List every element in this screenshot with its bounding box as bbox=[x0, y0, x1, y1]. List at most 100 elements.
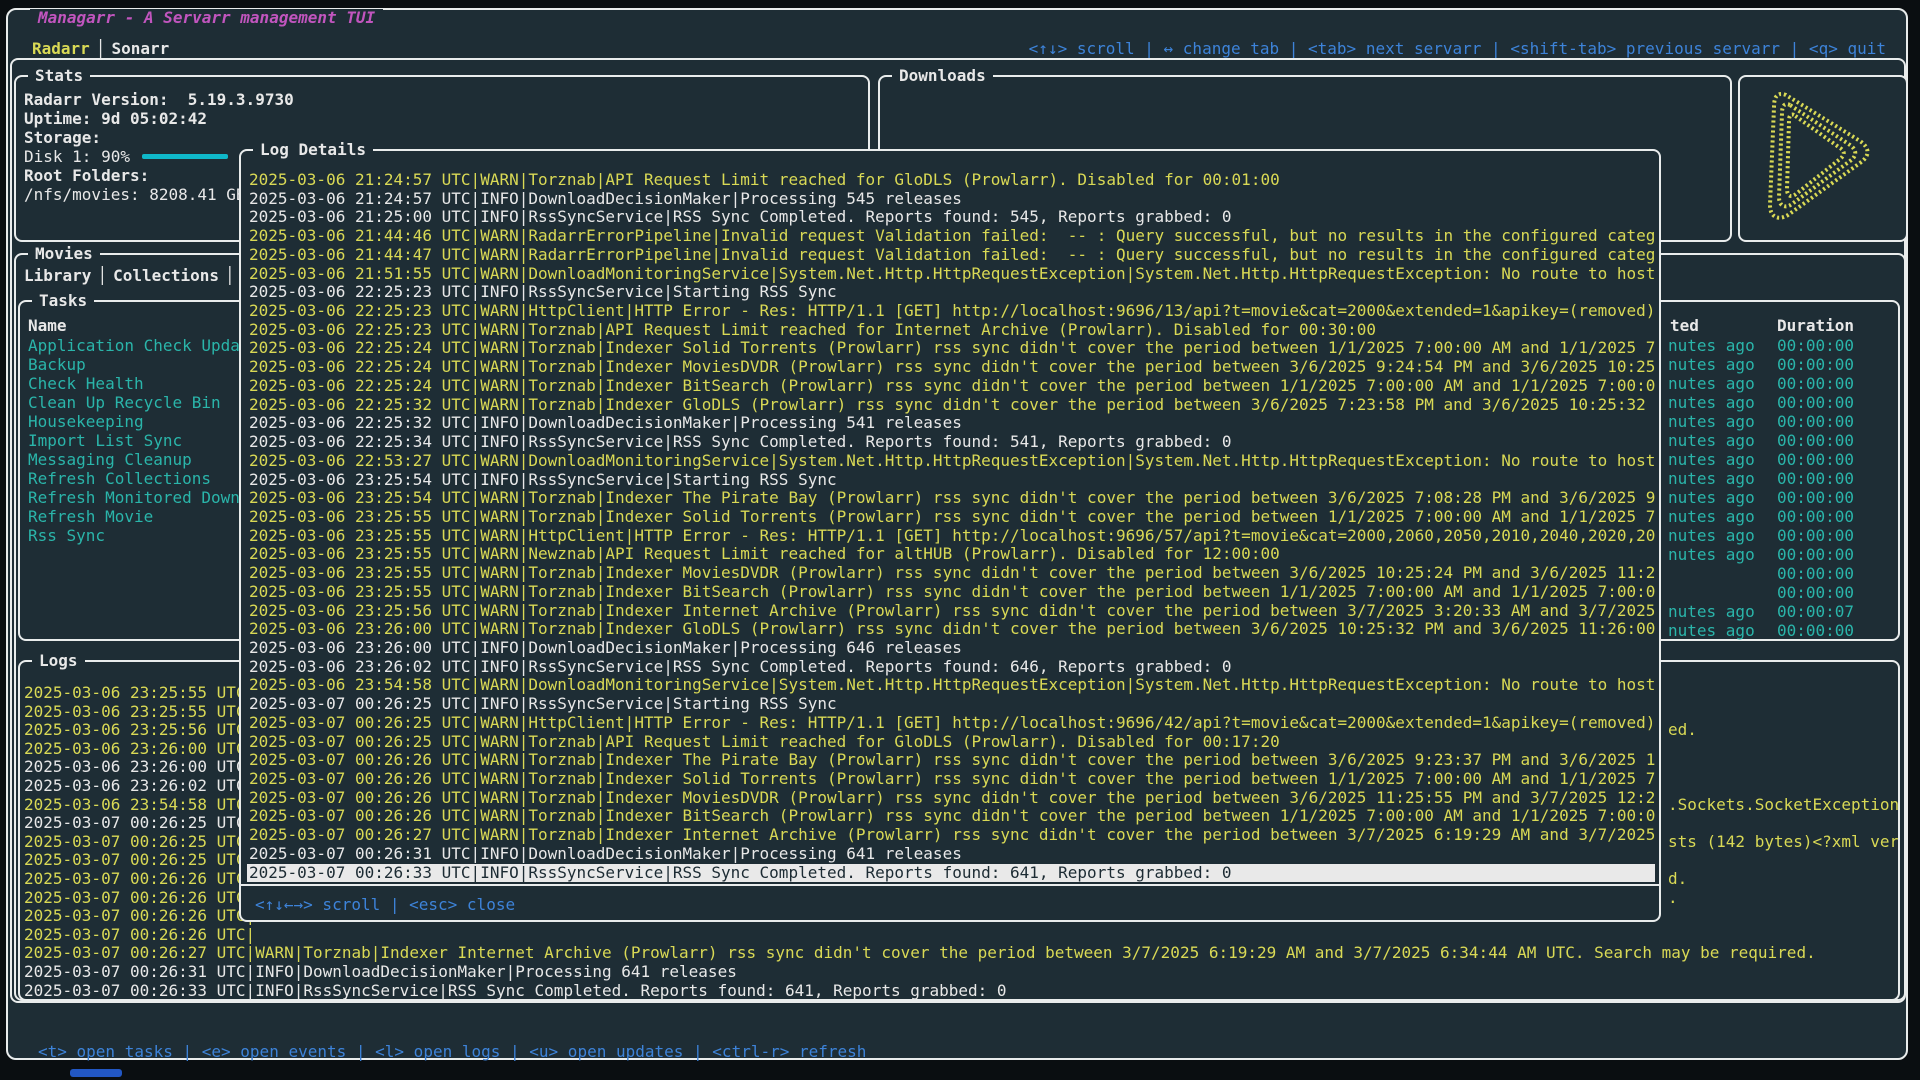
log-detail-line[interactable]: 2025-03-06 22:25:32 UTC|WARN|Torznab|Ind… bbox=[247, 396, 1655, 415]
log-detail-line[interactable]: 2025-03-07 00:26:33 UTC|INFO|RssSyncServ… bbox=[247, 864, 1655, 883]
log-detail-line[interactable]: 2025-03-07 00:26:25 UTC|WARN|HttpClient|… bbox=[247, 714, 1655, 733]
log-row-fragment bbox=[1668, 740, 1898, 759]
tab-sonarr[interactable]: Sonarr bbox=[111, 39, 169, 58]
log-detail-line[interactable]: 2025-03-06 23:26:00 UTC|INFO|DownloadDec… bbox=[247, 639, 1655, 658]
task-duration: 00:00:00 bbox=[1777, 564, 1854, 583]
disk-usage-gauge bbox=[142, 154, 228, 159]
log-detail-line[interactable]: 2025-03-06 21:24:57 UTC|INFO|DownloadDec… bbox=[247, 190, 1655, 209]
log-detail-line[interactable]: 2025-03-06 23:54:58 UTC|WARN|DownloadMon… bbox=[247, 676, 1655, 695]
taskbar-accent bbox=[70, 1069, 122, 1077]
log-row-fragment bbox=[1668, 777, 1898, 796]
log-detail-line[interactable]: 2025-03-06 23:25:54 UTC|INFO|RssSyncServ… bbox=[247, 471, 1655, 490]
stats-storage-label: Storage: bbox=[24, 128, 101, 147]
task-last-executed: nutes ago bbox=[1668, 355, 1755, 374]
log-row-fragment bbox=[1668, 963, 1898, 982]
task-row-times: nutes ago 00:00:00 bbox=[1668, 488, 1898, 507]
stats-disk-label: Disk 1: 90% bbox=[24, 147, 130, 166]
task-duration: 00:00:00 bbox=[1777, 431, 1854, 450]
task-duration: 00:00:00 bbox=[1777, 374, 1854, 393]
task-row-times: nutes ago 00:00:00 bbox=[1668, 336, 1898, 355]
header-keybind-hints: <↑↓> scroll | ↔ change tab | <tab> next … bbox=[1029, 39, 1886, 59]
log-row[interactable]: 2025-03-07 00:26:33 UTC|INFO|RssSyncServ… bbox=[24, 982, 1898, 1001]
log-detail-line[interactable]: 2025-03-06 23:25:54 UTC|WARN|Torznab|Ind… bbox=[247, 489, 1655, 508]
log-detail-line[interactable]: 2025-03-06 23:25:55 UTC|WARN|Torznab|Ind… bbox=[247, 583, 1655, 602]
log-row[interactable]: 2025-03-07 00:26:27 UTC|WARN|Torznab|Ind… bbox=[24, 944, 1898, 963]
log-detail-line[interactable]: 2025-03-06 22:25:23 UTC|WARN|HttpClient|… bbox=[247, 302, 1655, 321]
log-row-fragment: .Sockets.SocketException ( bbox=[1668, 796, 1898, 815]
log-detail-line[interactable]: 2025-03-06 21:44:46 UTC|WARN|RadarrError… bbox=[247, 227, 1655, 246]
servarr-tabbar: Radarr│Sonarr bbox=[32, 39, 169, 59]
log-detail-line[interactable]: 2025-03-06 22:25:23 UTC|INFO|RssSyncServ… bbox=[247, 283, 1655, 302]
log-detail-line[interactable]: 2025-03-07 00:26:25 UTC|WARN|Torznab|API… bbox=[247, 733, 1655, 752]
log-row-fragment: . bbox=[1668, 889, 1898, 908]
log-detail-line[interactable]: 2025-03-06 23:25:55 UTC|WARN|Newznab|API… bbox=[247, 545, 1655, 564]
tab-collections[interactable]: Collections bbox=[113, 266, 219, 285]
task-last-executed: nutes ago bbox=[1668, 412, 1755, 431]
task-last-executed: nutes ago bbox=[1668, 526, 1755, 545]
logs-right-fragments: ed..Sockets.SocketException (sts (142 by… bbox=[1668, 684, 1898, 1000]
task-duration: 00:00:00 bbox=[1777, 336, 1854, 355]
log-detail-line[interactable]: 2025-03-06 23:26:02 UTC|INFO|RssSyncServ… bbox=[247, 658, 1655, 677]
log-detail-line[interactable]: 2025-03-06 22:53:27 UTC|WARN|DownloadMon… bbox=[247, 452, 1655, 471]
log-detail-line[interactable]: 2025-03-06 21:24:57 UTC|WARN|Torznab|API… bbox=[247, 171, 1655, 190]
log-detail-line[interactable]: 2025-03-06 23:26:00 UTC|WARN|Torznab|Ind… bbox=[247, 620, 1655, 639]
task-duration: 00:00:00 bbox=[1777, 507, 1854, 526]
log-row[interactable]: 2025-03-07 00:26:26 UTC| bbox=[24, 926, 1898, 945]
tasks-panel-title: Tasks bbox=[32, 291, 94, 311]
log-detail-line[interactable]: 2025-03-06 21:25:00 UTC|INFO|RssSyncServ… bbox=[247, 208, 1655, 227]
log-details-list: 2025-03-06 21:24:57 UTC|WARN|Torznab|API… bbox=[247, 171, 1655, 883]
task-duration: 00:00:00 bbox=[1777, 355, 1854, 374]
tab-separator: │ bbox=[90, 39, 112, 58]
task-row-times: nutes ago 00:00:00 bbox=[1668, 507, 1898, 526]
task-row-times: nutes ago00:00:00 bbox=[1668, 526, 1898, 545]
task-row-times: nutes ago 00:00:00 bbox=[1668, 545, 1898, 564]
log-detail-line[interactable]: 2025-03-06 23:25:55 UTC|WARN|Torznab|Ind… bbox=[247, 508, 1655, 527]
log-detail-line[interactable]: 2025-03-06 21:51:55 UTC|WARN|DownloadMon… bbox=[247, 265, 1655, 284]
task-last-executed: nutes ago bbox=[1668, 507, 1755, 526]
log-row-fragment bbox=[1668, 851, 1898, 870]
task-last-executed: nutes ago bbox=[1668, 602, 1755, 621]
stats-root-folders-label: Root Folders: bbox=[24, 166, 149, 185]
task-duration: 00:00:00 bbox=[1777, 412, 1854, 431]
log-detail-line[interactable]: 2025-03-06 22:25:24 UTC|WARN|Torznab|Ind… bbox=[247, 339, 1655, 358]
log-row[interactable]: 2025-03-07 00:26:31 UTC|INFO|DownloadDec… bbox=[24, 963, 1898, 982]
log-detail-line[interactable]: 2025-03-06 22:25:24 UTC|WARN|Torznab|Ind… bbox=[247, 358, 1655, 377]
tab-separator: │ bbox=[219, 266, 241, 285]
log-detail-line[interactable]: 2025-03-06 22:25:34 UTC|INFO|RssSyncServ… bbox=[247, 433, 1655, 452]
log-detail-line[interactable]: 2025-03-07 00:26:26 UTC|WARN|Torznab|Ind… bbox=[247, 770, 1655, 789]
log-detail-line[interactable]: 2025-03-06 23:25:56 UTC|WARN|Torznab|Ind… bbox=[247, 602, 1655, 621]
log-detail-line[interactable]: 2025-03-06 22:25:32 UTC|INFO|DownloadDec… bbox=[247, 414, 1655, 433]
log-detail-line[interactable]: 2025-03-07 00:26:26 UTC|WARN|Torznab|Ind… bbox=[247, 807, 1655, 826]
tab-radarr[interactable]: Radarr bbox=[32, 39, 90, 58]
log-details-title: Log Details bbox=[253, 140, 373, 160]
log-detail-line[interactable]: 2025-03-06 23:25:55 UTC|WARN|HttpClient|… bbox=[247, 527, 1655, 546]
stats-panel-title: Stats bbox=[28, 66, 90, 86]
tab-library[interactable]: Library bbox=[24, 266, 91, 285]
log-detail-line[interactable]: 2025-03-07 00:26:26 UTC|WARN|Torznab|Ind… bbox=[247, 751, 1655, 770]
log-detail-line[interactable]: 2025-03-06 22:25:24 UTC|WARN|Torznab|Ind… bbox=[247, 377, 1655, 396]
task-last-executed: nutes ago bbox=[1668, 431, 1755, 450]
log-detail-line[interactable]: 2025-03-06 22:25:23 UTC|WARN|Torznab|API… bbox=[247, 321, 1655, 340]
task-duration: 00:00:00 bbox=[1777, 621, 1854, 640]
log-detail-line[interactable]: 2025-03-06 21:44:47 UTC|WARN|RadarrError… bbox=[247, 246, 1655, 265]
task-duration: 00:00:00 bbox=[1777, 545, 1854, 564]
log-detail-line[interactable]: 2025-03-06 23:25:55 UTC|WARN|Torznab|Ind… bbox=[247, 564, 1655, 583]
task-duration: 00:00:00 bbox=[1777, 469, 1854, 488]
task-last-executed: nutes ago bbox=[1668, 336, 1755, 355]
log-detail-line[interactable]: 2025-03-07 00:26:27 UTC|WARN|Torznab|Ind… bbox=[247, 826, 1655, 845]
task-last-executed: nutes ago bbox=[1668, 545, 1755, 564]
log-detail-line[interactable]: 2025-03-07 00:26:26 UTC|WARN|Torznab|Ind… bbox=[247, 789, 1655, 808]
task-row-times: nutes ago00:00:00 bbox=[1668, 450, 1898, 469]
task-row-times: nutes ago00:00:00 bbox=[1668, 621, 1898, 640]
footer-keybind-hints: <t> open tasks | <e> open events | <l> o… bbox=[38, 1042, 866, 1062]
logo-panel bbox=[1738, 75, 1908, 242]
log-detail-line[interactable]: 2025-03-07 00:26:25 UTC|INFO|RssSyncServ… bbox=[247, 695, 1655, 714]
task-row-times: nutes ago 00:00:00 bbox=[1668, 431, 1898, 450]
movies-tabbar: Library│Collections│ bbox=[24, 266, 241, 285]
task-last-executed: nutes ago bbox=[1668, 393, 1755, 412]
log-row-fragment bbox=[1668, 944, 1898, 963]
task-last-executed: nutes ago bbox=[1668, 488, 1755, 507]
task-row-times: 00:00:00 bbox=[1668, 564, 1898, 583]
task-duration: 00:00:00 bbox=[1777, 488, 1854, 507]
log-detail-line[interactable]: 2025-03-07 00:26:31 UTC|INFO|DownloadDec… bbox=[247, 845, 1655, 864]
